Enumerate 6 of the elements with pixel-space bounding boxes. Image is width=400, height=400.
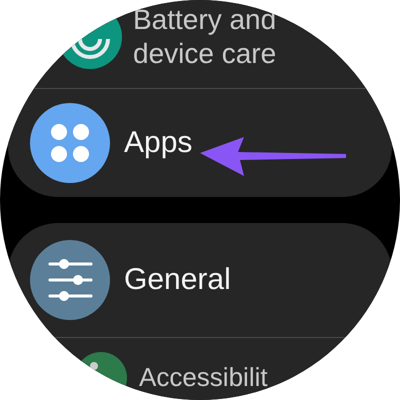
settings-item-label[interactable]: Battery and device care — [133, 3, 353, 71]
settings-item-label[interactable]: Accessibilit — [139, 362, 268, 394]
sliders-icon — [30, 240, 110, 320]
apps-icon — [30, 103, 110, 183]
settings-item-label[interactable]: Apps — [124, 125, 192, 161]
settings-item-label[interactable]: General — [124, 262, 231, 298]
